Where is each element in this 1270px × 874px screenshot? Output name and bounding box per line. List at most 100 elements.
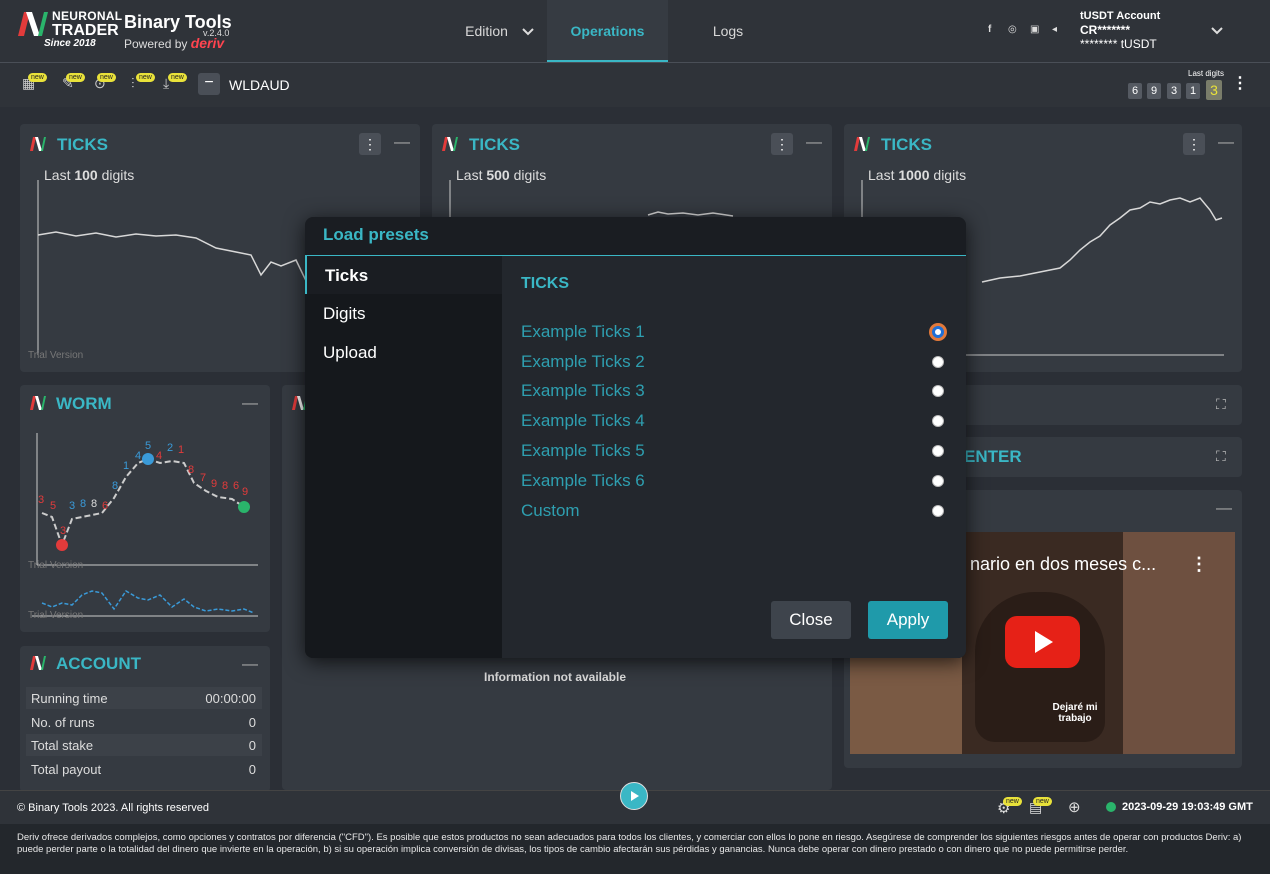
last-digit: 9 [1147,83,1161,99]
telegram-icon[interactable]: ◂ [1052,24,1057,35]
svg-text:4: 4 [156,450,162,462]
preset-option-custom[interactable]: Custom [521,501,580,521]
facebook-icon[interactable]: f [988,24,991,35]
dialog-sidebar: Ticks Digits Upload [305,256,504,658]
account-id: CR******* [1080,23,1131,37]
nav-edition[interactable]: Edition [452,0,547,62]
last-digit: 6 [1128,83,1142,99]
online-status-icon [1106,802,1116,812]
toolbar-more-icon[interactable]: ⋮ [1232,73,1248,93]
svg-text:9: 9 [211,478,217,490]
trial-version-label: Trial Version [28,350,84,361]
brand-line1: NEURONAL [52,9,123,23]
tab-upload[interactable]: Upload [323,343,377,363]
svg-text:6: 6 [102,500,108,512]
svg-text:4: 4 [135,450,141,462]
neuronal-logo-icon [854,137,870,151]
panel-title: TICKS [469,135,520,154]
preset-radio-4[interactable] [932,415,944,427]
expand-icon[interactable]: ⛶ [1216,448,1226,465]
svg-text:3: 3 [38,494,44,506]
svg-text:1: 1 [123,460,129,472]
svg-text:8: 8 [112,480,118,492]
panel-menu-button[interactable]: ⋮ [1183,133,1205,155]
section-title: TICKS [521,275,569,292]
neuronal-logo-icon [30,396,46,410]
preset-option-1[interactable]: Example Ticks 1 [521,322,645,342]
globe-icon[interactable]: ⊕ [1068,798,1081,816]
deriv-logo: deriv [190,35,225,51]
panel-title: TICKS [57,135,108,154]
panel-menu-button[interactable]: ⋮ [359,133,381,155]
chevron-down-icon [522,28,534,36]
new-badge: new [168,73,187,82]
panel-minimize-button[interactable]: — [806,134,822,152]
preset-radio-custom[interactable] [932,505,944,517]
dialog-content: TICKS Example Ticks 1 Example Ticks 2 Ex… [502,256,966,658]
video-more-icon[interactable]: ⋮ [1190,554,1208,575]
apply-button[interactable]: Apply [868,601,948,639]
svg-text:8: 8 [222,480,228,492]
account-row-total-payout: Total payout 0 [31,762,256,777]
expand-icon[interactable]: ⛶ [1216,396,1226,413]
account-balance: ******** tUSDT [1080,37,1157,51]
panel-title: ACCOUNT [56,654,141,673]
panel-minimize-button[interactable]: — [242,395,258,413]
panel-minimize-button[interactable]: — [1216,500,1232,518]
nav-operations[interactable]: Operations [547,0,668,62]
svg-text:5: 5 [50,500,56,512]
preset-radio-1[interactable] [932,326,944,338]
youtube-play-button[interactable] [1005,616,1080,668]
app-header: NEURONAL TRADER Since 2018 Binary Tools … [0,0,1270,63]
worm-panel: WORM — 35 33 88 68 14 54 21 87 98 69 Tri… [20,385,270,632]
last-digit: 1 [1186,83,1200,99]
tab-digits[interactable]: Digits [323,304,366,324]
panel-minimize-button[interactable]: — [1218,134,1234,152]
svg-text:6: 6 [233,480,239,492]
trial-version-label: Trial Version [28,610,84,621]
preset-option-6[interactable]: Example Ticks 6 [521,471,645,491]
panel-title-center: ENTER [964,447,1022,466]
panel-menu-button[interactable]: ⋮ [771,133,793,155]
account-name: tUSDT Account [1080,10,1161,22]
play-button[interactable] [620,782,648,810]
new-badge: new [97,73,116,82]
collapse-button[interactable]: − [198,73,220,95]
new-badge: new [136,73,155,82]
risk-disclaimer: Deriv ofrece derivados complejos, como o… [0,824,1270,874]
preset-option-3[interactable]: Example Ticks 3 [521,381,645,401]
dialog-title: Load presets [323,225,429,244]
preset-option-2[interactable]: Example Ticks 2 [521,352,645,372]
account-row-total-stake: Total stake 0 [26,734,262,756]
copyright: © Binary Tools 2023. All rights reserved [17,802,209,814]
nav-logs[interactable]: Logs [688,0,768,62]
new-badge: new [1003,797,1022,806]
preset-radio-5[interactable] [932,445,944,457]
sliders-icon[interactable]: ⫶ [131,75,135,92]
worm-chart: 35 33 88 68 14 54 21 87 98 69 [32,433,258,617]
tab-ticks[interactable]: Ticks [325,266,368,286]
toolbar: ▦ new ✎ new ⊙ new ⫶ new ⤓ new − WLDAUD L… [0,63,1270,107]
preset-radio-3[interactable] [932,385,944,397]
panel-minimize-button[interactable]: — [242,656,258,674]
svg-text:8: 8 [80,498,86,510]
panel-minimize-button[interactable]: — [394,134,410,152]
datetime: 2023-09-29 19:03:49 GMT [1122,801,1253,813]
instagram-icon[interactable]: ◎ [1008,24,1017,35]
preset-radio-2[interactable] [932,356,944,368]
info-not-available: Information not available [484,670,627,684]
play-icon [631,791,639,801]
neuronal-trader-logo-icon [18,12,48,36]
neuronal-logo-icon [30,656,46,670]
svg-text:3: 3 [60,525,66,537]
preset-option-4[interactable]: Example Ticks 4 [521,411,645,431]
preset-radio-6[interactable] [932,475,944,487]
play-icon [1035,631,1053,653]
preset-option-5[interactable]: Example Ticks 5 [521,441,645,461]
new-badge: new [66,73,85,82]
last-digits-label: Last digits [1188,69,1225,78]
svg-text:2: 2 [167,442,173,454]
youtube-icon[interactable]: ▣ [1030,24,1039,35]
close-button[interactable]: Close [771,601,851,639]
account-chevron-down-icon[interactable] [1211,27,1223,35]
